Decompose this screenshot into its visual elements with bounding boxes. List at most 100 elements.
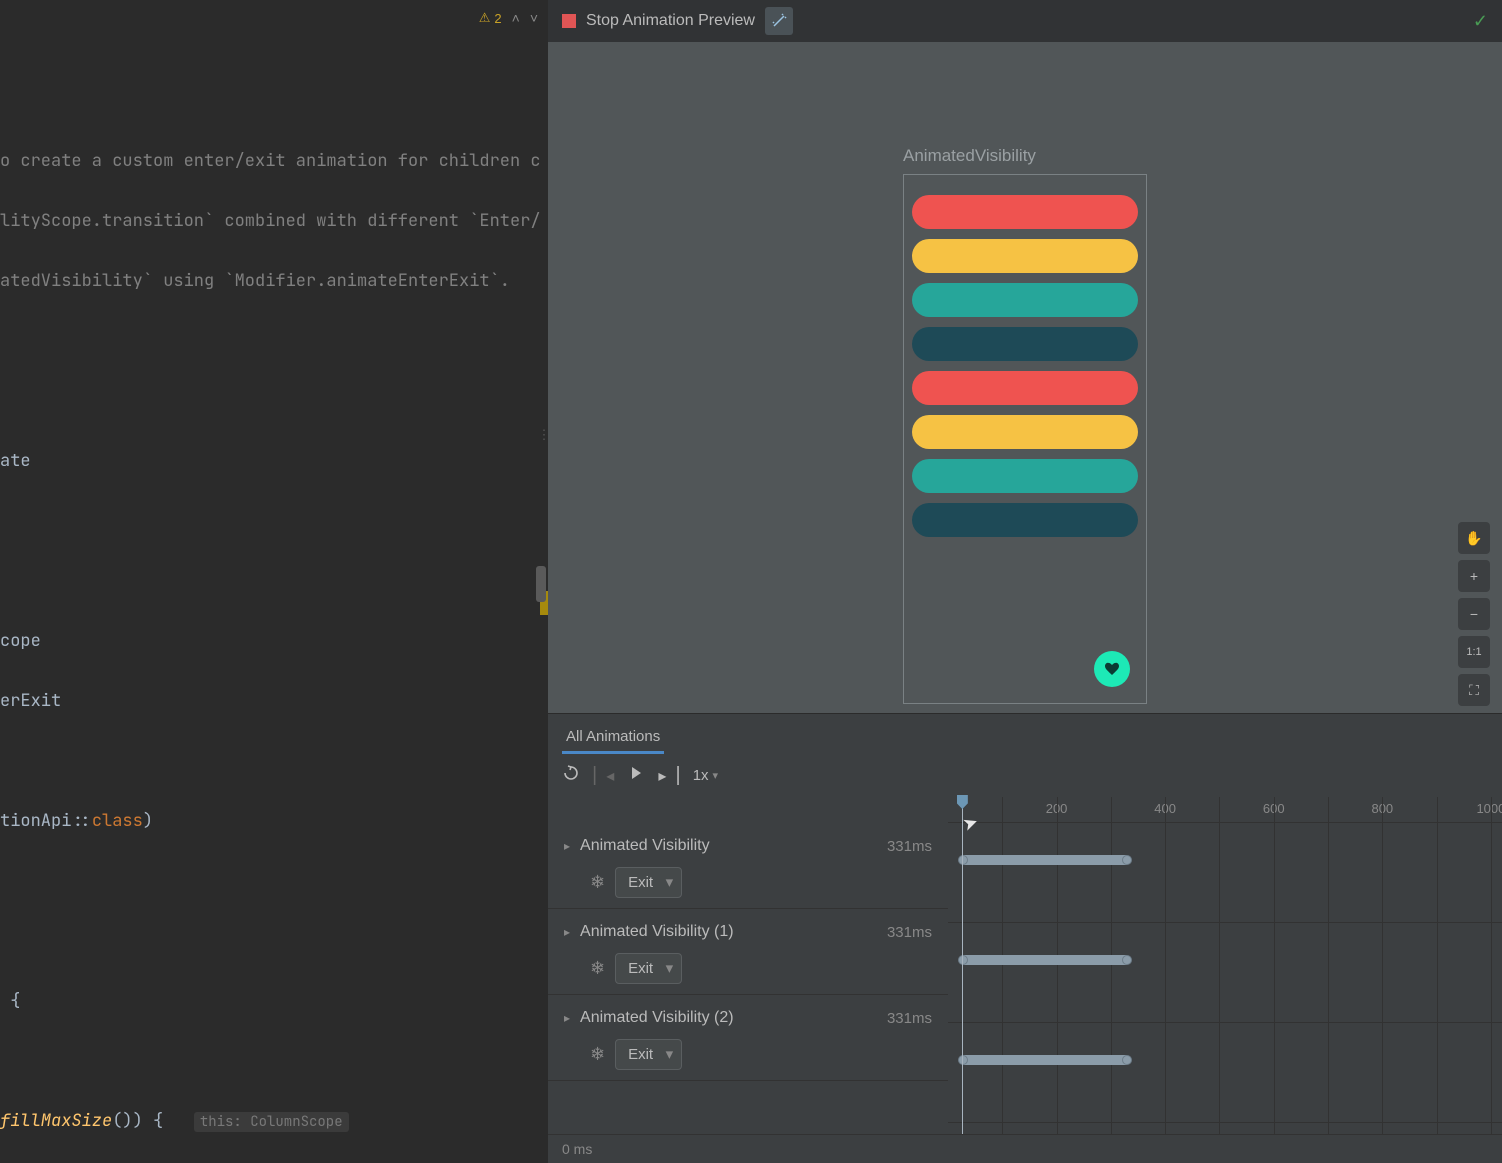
warning-count: 2 [494, 11, 501, 26]
wand-icon [771, 13, 787, 29]
fit-icon: ⛶ [1469, 682, 1479, 699]
timeline-item-header[interactable]: ▸ Animated Visibility (1) 331ms [564, 923, 932, 941]
timeline-item-name: Animated Visibility (2) [580, 1009, 877, 1027]
timeline-item-name: Animated Visibility (1) [580, 923, 877, 941]
timeline-item: ▸ Animated Visibility (1) 331ms ❄ Exit [548, 909, 948, 995]
editor-topbar: ⚠ 2 ˄ ˅ [0, 0, 548, 36]
freeze-icon[interactable]: ❄ [590, 958, 605, 979]
timeline-item: ▸ Animated Visibility (2) 331ms ❄ Exit [548, 995, 948, 1081]
track-row [948, 1023, 1502, 1123]
skip-end-button[interactable]: ▸▕ [658, 766, 678, 786]
code-line: erExit [0, 686, 548, 716]
speed-select[interactable]: 1x ▾ [693, 767, 718, 784]
timeline-panel: All Animations ▏◂ ▸▕ 1x ▾ ▸ Anim [548, 713, 1502, 1163]
code-line [0, 386, 548, 416]
restart-icon [562, 764, 580, 782]
list-item [912, 503, 1138, 537]
play-icon [628, 765, 644, 781]
chevron-right-icon[interactable]: ▸ [564, 925, 570, 939]
code-line [0, 506, 548, 536]
code-line [0, 746, 548, 776]
state-select[interactable]: Exit [615, 953, 682, 984]
zoom-out-button[interactable]: − [1458, 598, 1490, 630]
next-issue-icon[interactable]: ˅ [530, 10, 538, 26]
view-controls: ✋ + − 1:1 ⛶ [1458, 522, 1490, 706]
composable-label: AnimatedVisibility [903, 146, 1036, 166]
code-line [0, 926, 548, 956]
hand-icon: ✋ [1465, 530, 1482, 547]
state-value: Exit [628, 960, 653, 977]
device-frame [903, 174, 1147, 704]
track-row [948, 923, 1502, 1023]
state-value: Exit [628, 1046, 653, 1063]
code-line: fillMaxSize()) { this: ColumnScope [0, 1106, 548, 1137]
code-line: tionApi::class) [0, 806, 548, 836]
list-item [912, 327, 1138, 361]
list-item [912, 371, 1138, 405]
pane-splitter-icon[interactable]: ⋮ [540, 420, 548, 450]
code-area[interactable]: o create a custom enter/exit animation f… [0, 36, 548, 1163]
prev-issue-icon[interactable]: ˄ [512, 10, 520, 26]
tab-all-animations[interactable]: All Animations [562, 722, 664, 754]
chevron-right-icon[interactable]: ▸ [564, 839, 570, 853]
speed-value: 1x [693, 767, 709, 784]
stop-icon[interactable] [562, 14, 576, 28]
fab-button[interactable] [1094, 651, 1130, 687]
warnings-badge[interactable]: ⚠ 2 [479, 10, 502, 26]
pan-button[interactable]: ✋ [1458, 522, 1490, 554]
list-item [912, 415, 1138, 449]
code-line [0, 326, 548, 356]
timeline-time-label: 0 ms [548, 1134, 1502, 1163]
freeze-icon[interactable]: ❄ [590, 872, 605, 893]
timeline-item-name: Animated Visibility [580, 837, 877, 855]
timeline-track-area[interactable]: 200 400 600 800 1000 ➤ [948, 797, 1502, 1134]
play-button[interactable] [628, 765, 644, 786]
timeline-item-duration: 331ms [887, 1010, 932, 1027]
code-line [0, 566, 548, 596]
restart-button[interactable] [562, 764, 580, 787]
zoom-in-button[interactable]: + [1458, 560, 1490, 592]
skip-start-button[interactable]: ▏◂ [594, 766, 614, 786]
preview-topbar: Stop Animation Preview ✓ [548, 0, 1502, 42]
list-item [912, 459, 1138, 493]
timeline-body: ▸ Animated Visibility 331ms ❄ Exit ▸ Ani… [548, 797, 1502, 1134]
zoom-fit-button[interactable]: ⛶ [1458, 674, 1490, 706]
chevron-right-icon[interactable]: ▸ [564, 1011, 570, 1025]
code-line: ate [0, 446, 548, 476]
list-item [912, 195, 1138, 229]
timeline-tracks-list: ▸ Animated Visibility 331ms ❄ Exit ▸ Ani… [548, 797, 948, 1134]
animation-bar[interactable] [962, 955, 1128, 965]
timeline-item-header[interactable]: ▸ Animated Visibility (2) 331ms [564, 1009, 932, 1027]
one-to-one-icon: 1:1 [1466, 646, 1481, 658]
state-value: Exit [628, 874, 653, 891]
timeline-item-header[interactable]: ▸ Animated Visibility 331ms [564, 837, 932, 855]
timeline-controls: ▏◂ ▸▕ 1x ▾ [548, 754, 1502, 797]
minus-icon: − [1470, 606, 1478, 622]
inline-hint: this: ColumnScope [194, 1112, 349, 1132]
editor-scrollbar[interactable] [534, 36, 548, 1163]
playhead[interactable]: ➤ [962, 797, 963, 1134]
list-item [912, 239, 1138, 273]
zoom-reset-button[interactable]: 1:1 [1458, 636, 1490, 668]
freeze-icon[interactable]: ❄ [590, 1044, 605, 1065]
warning-icon: ⚠ [479, 10, 491, 26]
preview-pane: Stop Animation Preview ✓ AnimatedVisibil… [548, 0, 1502, 1163]
state-select[interactable]: Exit [615, 867, 682, 898]
preview-canvas[interactable]: AnimatedVisibility ✋ + − 1:1 ⛶ [548, 42, 1502, 713]
chevron-down-icon: ▾ [713, 769, 719, 782]
code-line [0, 866, 548, 896]
timeline-tabs: All Animations [548, 714, 1502, 754]
code-line [0, 1046, 548, 1076]
timeline-ruler[interactable]: 200 400 600 800 1000 [948, 797, 1502, 823]
scrollbar-thumb[interactable] [536, 566, 546, 602]
animation-bar[interactable] [962, 1055, 1128, 1065]
interactive-mode-button[interactable] [765, 7, 793, 35]
code-line: cope [0, 626, 548, 656]
code-line: atedVisibility` using `Modifier.animateE… [0, 266, 548, 296]
state-select[interactable]: Exit [615, 1039, 682, 1070]
preview-title[interactable]: Stop Animation Preview [586, 12, 755, 30]
animation-bar[interactable] [962, 855, 1128, 865]
code-line: o create a custom enter/exit animation f… [0, 146, 548, 176]
track-row [948, 823, 1502, 923]
code-line: { [0, 986, 548, 1016]
